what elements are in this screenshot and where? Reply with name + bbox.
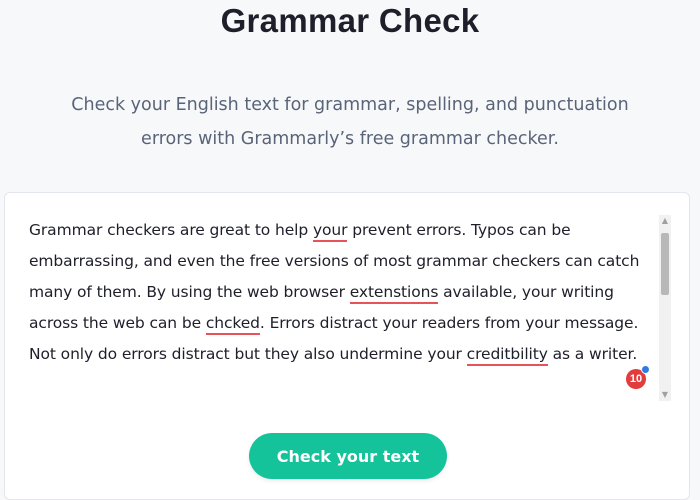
scroll-thumb[interactable] [661,233,669,295]
flagged-word[interactable]: extenstions [349,283,438,304]
editor-text: Grammar checkers are great to help [29,221,313,239]
editor-scrollbar[interactable]: ▲ ▼ [659,215,671,401]
scroll-up-arrow-icon[interactable]: ▲ [659,215,671,227]
flagged-word[interactable]: creditbility [466,345,548,366]
check-text-button[interactable]: Check your text [249,433,447,479]
badge-status-dot [641,365,650,374]
flagged-word[interactable]: your [312,221,348,242]
editor-text: as a writer. [547,345,638,363]
scroll-down-arrow-icon[interactable]: ▼ [659,389,671,401]
subtitle-line-1: Check your English text for grammar, spe… [71,95,629,115]
page-title: Grammar Check [220,2,480,39]
editor-card: Grammar checkers are great to help your … [4,192,690,500]
page-subtitle: Check your English text for grammar, spe… [40,88,660,156]
flagged-word[interactable]: chcked [205,314,260,335]
text-editor[interactable]: Grammar checkers are great to help your … [29,215,655,370]
subtitle-line-2: errors with Grammarly’s free grammar che… [141,129,559,149]
